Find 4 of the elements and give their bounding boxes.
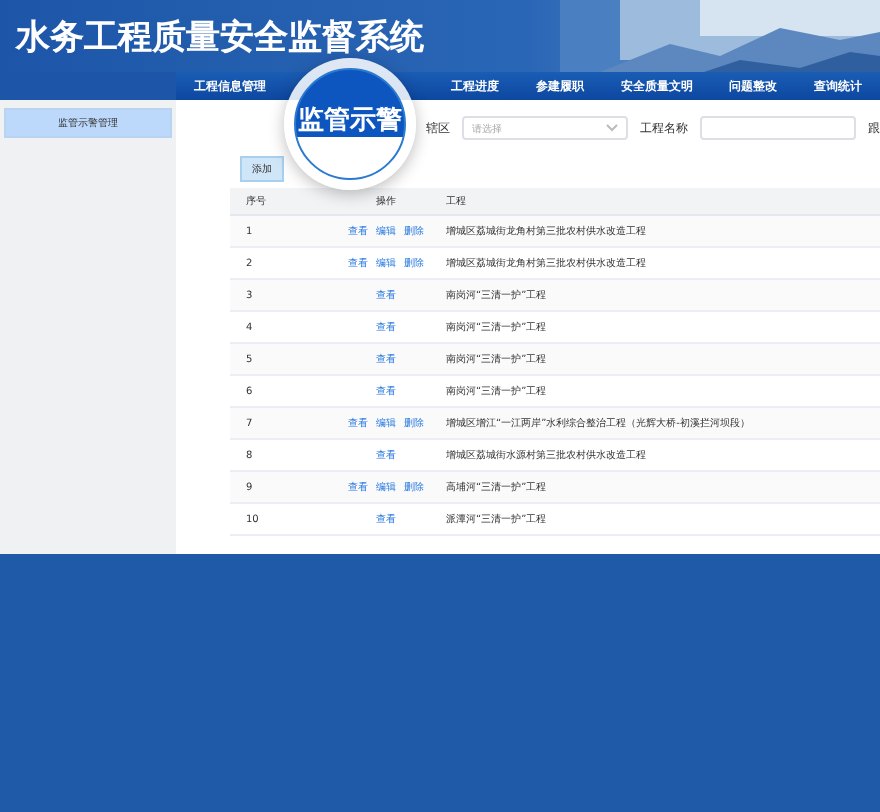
- magnifier-label: 监管示警: [298, 104, 402, 138]
- input-field[interactable]: [700, 116, 856, 140]
- app-title: 水务工程质量安全监督系统: [16, 15, 424, 59]
- chevron-icon: [606, 124, 618, 132]
